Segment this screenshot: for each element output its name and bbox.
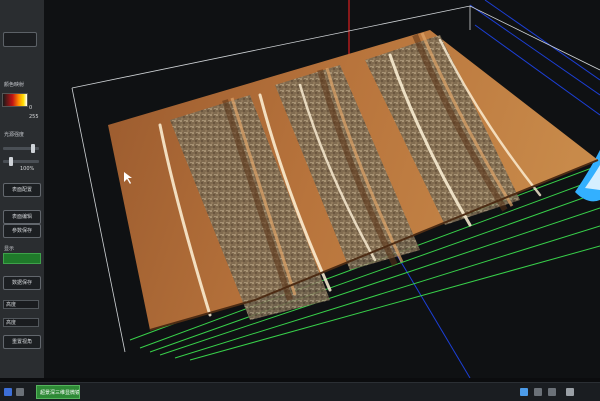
display-label: 显示 — [4, 246, 15, 252]
input-method-icon[interactable] — [548, 388, 556, 396]
taskbar: 超景深三维显微镜... — [0, 382, 600, 401]
light-slider-2[interactable] — [3, 157, 39, 166]
panel-toggle-button[interactable] — [3, 32, 37, 47]
colorbar-max: 0 — [29, 105, 33, 111]
surface-edit-button[interactable]: 表面编辑 — [3, 210, 41, 224]
slider-value: 100% — [20, 166, 35, 172]
param-save-button[interactable]: 参数保存 — [3, 224, 41, 238]
display-mode-field[interactable] — [3, 253, 41, 264]
surface-config-button[interactable]: 表面配置 — [3, 183, 41, 197]
slider-knob[interactable] — [31, 144, 35, 153]
taskbar-app-item[interactable]: 超景深三维显微镜... — [36, 385, 80, 399]
network-icon[interactable] — [520, 388, 528, 396]
control-panel: 颜色映射 0 255 光源强度 100% 表面配置 表面编辑 参数保存 显示 数… — [0, 0, 45, 378]
notification-icon[interactable] — [566, 388, 574, 396]
light-section-label: 光源强度 — [4, 132, 25, 138]
colorbar-label: 颜色映射 — [4, 82, 25, 88]
data-save-button[interactable]: 数据保存 — [3, 276, 41, 290]
start-icon[interactable] — [4, 388, 12, 396]
3d-viewport[interactable] — [44, 0, 600, 379]
slider-knob-2[interactable] — [9, 157, 13, 166]
volume-icon[interactable] — [534, 388, 542, 396]
colorbar-min: 255 — [29, 114, 39, 120]
surface-render[interactable] — [44, 0, 600, 379]
search-icon[interactable] — [16, 388, 24, 396]
mode-dropdown[interactable]: 高度 — [3, 300, 39, 309]
height-colorbar — [2, 93, 28, 107]
light-slider[interactable] — [3, 144, 39, 153]
reset-view-button[interactable]: 重置视角 — [3, 335, 41, 349]
mode-dropdown-2[interactable]: 高度 — [3, 318, 39, 327]
